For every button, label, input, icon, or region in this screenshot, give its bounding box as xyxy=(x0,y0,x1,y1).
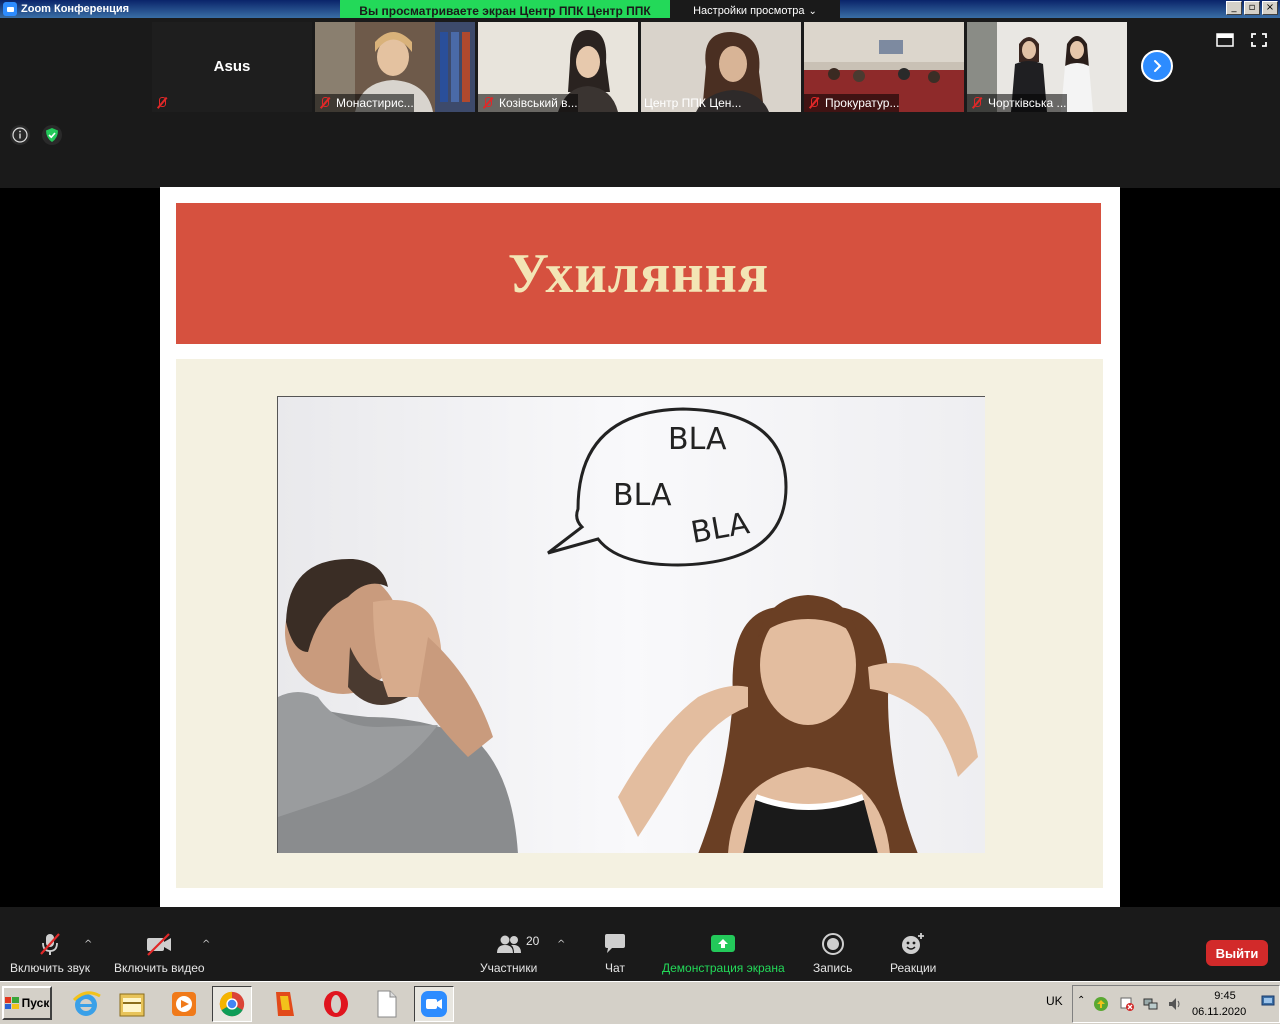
participant-name-bar: Центр ППК Цен... xyxy=(641,94,741,112)
bla-bla-photo: BLA BLA BLA xyxy=(278,397,985,853)
participants-icon xyxy=(496,935,521,953)
shared-screen-slide: Ухиляння BLA BLA BLA xyxy=(160,187,1120,907)
zoom-icon[interactable] xyxy=(414,986,454,1022)
record-button[interactable]: Запись xyxy=(813,931,852,975)
video-tile[interactable]: Монастирис... xyxy=(315,22,475,112)
chat-label: Чат xyxy=(605,961,625,975)
mic-muted-icon xyxy=(155,96,169,110)
minimize-button[interactable]: _ xyxy=(1226,1,1242,15)
audio-options-caret-icon[interactable]: ^ xyxy=(84,939,92,950)
unmute-label: Включить звук xyxy=(10,961,91,975)
chrome-icon[interactable] xyxy=(212,986,252,1022)
opera-icon[interactable] xyxy=(316,986,356,1022)
gallery-view-icon[interactable] xyxy=(1216,32,1234,48)
reactions-icon xyxy=(902,933,925,954)
slide-header: Ухиляння xyxy=(176,203,1101,344)
reactions-button[interactable]: Реакции xyxy=(890,931,936,975)
view-options-label: Настройки просмотра xyxy=(693,5,805,17)
clock-time[interactable]: 9:45 xyxy=(1208,990,1242,1002)
unmute-button[interactable]: Включить звук xyxy=(10,931,90,975)
bubble-word: BLA xyxy=(668,422,727,457)
tray-expand-icon[interactable]: ⌃ xyxy=(1077,995,1085,1006)
fullscreen-icon[interactable] xyxy=(1250,32,1268,48)
record-icon xyxy=(821,933,844,955)
video-tile[interactable]: Козівський в... xyxy=(478,22,638,112)
network-icon[interactable] xyxy=(1143,996,1159,1012)
leave-meeting-button[interactable]: Выйти xyxy=(1206,940,1268,966)
share-screen-icon xyxy=(711,935,736,952)
chat-button[interactable]: Чат xyxy=(603,931,627,975)
participants-label: Участники xyxy=(480,961,538,975)
participants-video-strip: Asus Монастирис... Козівський в... Центр… xyxy=(0,18,1280,188)
meeting-toolbar: Включить звук ^ Включить видео ^ Участни… xyxy=(0,907,1280,981)
internet-explorer-icon[interactable] xyxy=(66,986,106,1022)
participant-name-large: Asus xyxy=(213,58,251,75)
system-tray: ⌃ xyxy=(1072,985,1280,1023)
mic-muted-icon xyxy=(807,96,821,110)
clock-date[interactable]: 06.11.2020 xyxy=(1192,1006,1246,1018)
mic-muted-icon xyxy=(481,96,495,110)
bubble-word: BLA xyxy=(613,478,672,513)
chat-icon xyxy=(605,934,625,953)
slide-title: Ухиляння xyxy=(507,242,770,305)
video-tile[interactable]: Центр ППК Цен... xyxy=(641,22,801,112)
windows-taskbar: Пуск UK ⌃ 9:45 06.11.2020 xyxy=(0,981,1280,1024)
video-off-icon xyxy=(147,933,172,956)
security-alert-icon[interactable] xyxy=(1119,996,1135,1012)
start-video-label: Включить видео xyxy=(114,961,205,975)
participant-name: Козівський в... xyxy=(499,96,578,110)
volume-icon[interactable] xyxy=(1167,996,1183,1012)
windows-logo-icon xyxy=(4,997,19,1009)
next-page-button[interactable] xyxy=(1141,50,1173,82)
share-screen-label: Демонстрация экрана xyxy=(662,961,785,975)
show-desktop-icon[interactable] xyxy=(1261,994,1275,1008)
record-label: Запись xyxy=(813,961,853,975)
participant-name: Центр ППК Цен... xyxy=(644,96,742,110)
video-tile[interactable]: Чортківська ... xyxy=(967,22,1127,112)
media-player-icon[interactable] xyxy=(164,986,204,1022)
slide-illustration: BLA BLA BLA xyxy=(277,396,985,853)
keyboard-language-indicator[interactable]: UK xyxy=(1046,994,1063,1008)
participant-name-bar: Козівський в... xyxy=(478,94,578,112)
slide-body: BLA BLA BLA xyxy=(176,359,1103,888)
document-viewer-icon[interactable] xyxy=(264,986,304,1022)
update-icon[interactable] xyxy=(1093,996,1109,1012)
window-title: Zoom Конференция xyxy=(21,3,130,15)
participants-count-badge: 20 xyxy=(526,934,540,948)
blank-document-icon[interactable] xyxy=(366,986,406,1022)
participants-options-caret-icon[interactable]: ^ xyxy=(557,939,565,950)
video-options-caret-icon[interactable]: ^ xyxy=(202,939,210,950)
start-button[interactable]: Пуск xyxy=(2,986,52,1020)
participant-name: Монастирис... xyxy=(336,96,414,110)
zoom-app-icon xyxy=(3,2,17,16)
window-controls: _ ▫ × xyxy=(1226,1,1278,15)
participant-name-bar: Прокуратур... xyxy=(804,94,900,112)
video-tile-active[interactable]: Прокуратур... xyxy=(804,22,964,112)
mic-muted-icon xyxy=(970,96,984,110)
chevron-right-icon xyxy=(1154,60,1162,72)
file-manager-icon[interactable] xyxy=(112,986,152,1022)
meeting-info-icon[interactable] xyxy=(9,124,31,146)
encryption-shield-icon[interactable] xyxy=(41,124,63,146)
participant-name-bar xyxy=(152,94,173,112)
mic-muted-icon xyxy=(318,96,332,110)
participant-name: Чортківська ... xyxy=(988,96,1067,110)
participant-name-bar: Монастирис... xyxy=(315,94,414,112)
maximize-button[interactable]: ▫ xyxy=(1244,1,1260,15)
start-video-button[interactable]: Включить видео xyxy=(114,931,205,975)
close-button[interactable]: × xyxy=(1262,1,1278,15)
reactions-label: Реакции xyxy=(890,961,937,975)
video-tile[interactable]: Asus xyxy=(152,22,312,112)
chevron-down-icon: ⌄ xyxy=(808,5,817,17)
participant-name-bar: Чортківська ... xyxy=(967,94,1067,112)
mic-muted-icon xyxy=(40,933,60,955)
share-screen-button[interactable]: Демонстрация экрана xyxy=(662,931,785,975)
start-label: Пуск xyxy=(21,996,50,1010)
participant-name: Прокуратур... xyxy=(825,96,900,110)
